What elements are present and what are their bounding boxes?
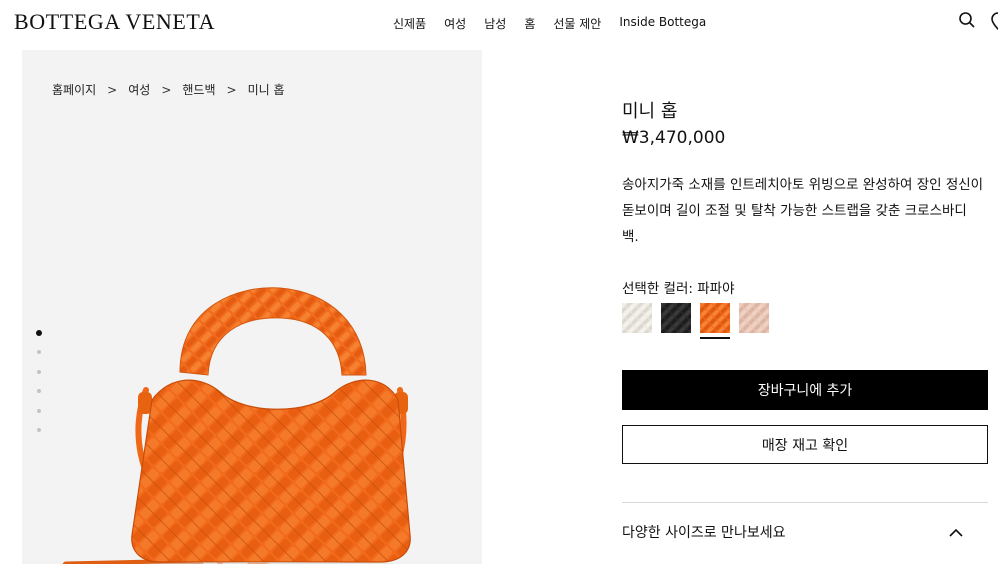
product-price: ₩3,470,000	[622, 128, 726, 148]
pagination-dot[interactable]	[37, 369, 41, 374]
divider	[622, 502, 988, 503]
color-swatches	[622, 303, 769, 339]
breadcrumb: 홈페이지 > 여성 > 핸드백 > 미니 홉	[52, 81, 285, 98]
pagination-dot[interactable]	[37, 350, 41, 354]
swatch-black[interactable]	[661, 303, 691, 333]
breadcrumb-separator: >	[161, 82, 172, 97]
image-pagination	[36, 330, 42, 448]
nav-men[interactable]: 남성	[484, 15, 506, 32]
location-icon[interactable]	[988, 11, 998, 31]
selected-color-label: 선택한 컬러: 파파야	[622, 281, 735, 297]
nav-inside-bottega[interactable]: Inside Bottega	[619, 15, 706, 32]
product-description: 송아지가죽 소재를 인트레치아토 위빙으로 완성하여 장인 정신이 돋보이며 길…	[622, 177, 984, 245]
product-title: 미니 홉	[622, 101, 678, 122]
search-icon[interactable]	[958, 11, 976, 31]
brand-logo[interactable]: BOTTEGA VENETA	[14, 9, 215, 35]
breadcrumb-handbags[interactable]: 핸드백	[182, 81, 215, 98]
pagination-dot[interactable]	[37, 408, 41, 413]
nav-women[interactable]: 여성	[444, 15, 466, 32]
breadcrumb-separator: >	[226, 82, 237, 97]
selected-indicator	[700, 337, 730, 339]
product-gallery[interactable]: 홈페이지 > 여성 > 핸드백 > 미니 홉	[22, 50, 482, 564]
check-store-stock-button[interactable]: 매장 재고 확인	[622, 425, 988, 464]
breadcrumb-home[interactable]: 홈페이지	[52, 81, 96, 98]
nav-new-arrivals[interactable]: 신제품	[393, 15, 426, 32]
product-image	[60, 280, 430, 564]
header-icons	[958, 11, 998, 31]
pagination-dot[interactable]	[37, 389, 41, 393]
main-nav: 신제품 여성 남성 홈 선물 제안 Inside Bottega	[393, 15, 724, 32]
breadcrumb-women[interactable]: 여성	[128, 81, 150, 98]
breadcrumb-current: 미니 홉	[247, 83, 285, 97]
site-header: BOTTEGA VENETA 신제품 여성 남성 홈 선물 제안 Inside …	[0, 0, 1000, 46]
sizes-accordion-label: 다양한 사이즈로 만나보세요	[622, 525, 786, 541]
pagination-dot[interactable]	[37, 428, 41, 432]
swatch-white[interactable]	[622, 303, 652, 333]
swatch-pink[interactable]	[739, 303, 769, 333]
sizes-accordion[interactable]: 다양한 사이즈로 만나보세요	[622, 520, 988, 544]
chevron-up-icon[interactable]	[948, 523, 964, 542]
pagination-dot-active[interactable]	[36, 330, 42, 336]
breadcrumb-separator: >	[107, 82, 118, 97]
add-to-cart-button[interactable]: 장바구니에 추가	[622, 370, 988, 410]
nav-home[interactable]: 홈	[524, 15, 535, 32]
nav-gifts[interactable]: 선물 제안	[553, 15, 601, 32]
swatch-papaya-selected[interactable]	[700, 303, 730, 339]
